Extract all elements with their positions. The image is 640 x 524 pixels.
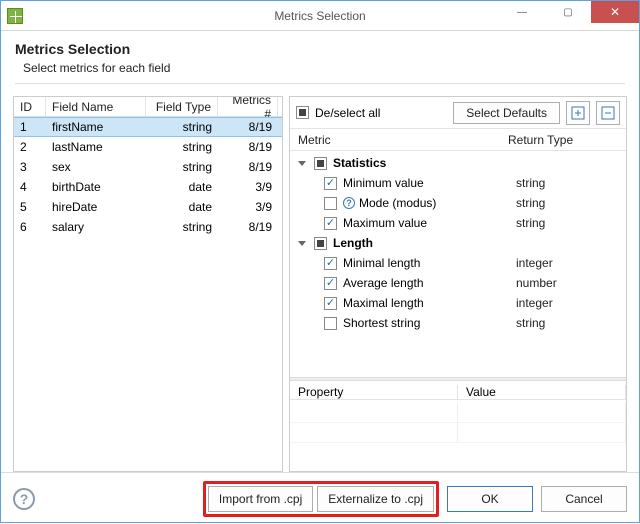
table-row[interactable]: 2lastNamestring8/19 — [14, 137, 282, 157]
metric-label: Minimum value — [343, 176, 424, 190]
metric-return-type: string — [516, 176, 626, 190]
metrics-tree[interactable]: Statistics Minimum value string? Mode (modu… — [290, 151, 626, 377]
dialog-footer: ? Import from .cpj Externalize to .cpj O… — [1, 472, 639, 524]
ok-button[interactable]: OK — [447, 486, 533, 512]
col-header-metrics[interactable]: Metrics # — [218, 97, 278, 116]
externalize-to-cpj-button[interactable]: Externalize to .cpj — [317, 486, 434, 512]
chevron-down-icon[interactable] — [298, 241, 306, 246]
deselect-all-label: De/select all — [315, 106, 380, 120]
maximize-button[interactable]: ▢ — [545, 1, 591, 23]
cancel-button[interactable]: Cancel — [541, 486, 627, 512]
fields-table: ID Field Name Field Type Metrics # 1firs… — [13, 96, 283, 472]
metric-checkbox[interactable] — [324, 317, 337, 330]
table-row[interactable]: 3sexstring8/19 — [14, 157, 282, 177]
property-panel: Property Value — [290, 381, 626, 471]
metric-checkbox[interactable] — [324, 217, 337, 230]
metrics-panel: De/select all Select Defaults Metric Ret… — [289, 96, 627, 472]
titlebar: Metrics Selection — ▢ ✕ — [1, 1, 639, 31]
expand-all-button[interactable] — [566, 101, 590, 125]
metric-item[interactable]: Minimal length integer — [290, 253, 626, 273]
metric-return-type: string — [516, 316, 626, 330]
col-header-name[interactable]: Field Name — [46, 97, 146, 116]
col-header-id[interactable]: ID — [14, 97, 46, 116]
metric-item[interactable]: Maximal length integer — [290, 293, 626, 313]
info-icon[interactable]: ? — [343, 197, 355, 209]
metric-label: Shortest string — [343, 316, 420, 330]
metric-checkbox[interactable] — [324, 197, 337, 210]
metric-return-type: integer — [516, 256, 626, 270]
metric-item[interactable]: Shortest string string — [290, 313, 626, 333]
metric-group[interactable]: Length — [290, 233, 626, 253]
metric-checkbox[interactable] — [324, 177, 337, 190]
collapse-all-button[interactable] — [596, 101, 620, 125]
metric-group[interactable]: Statistics — [290, 153, 626, 173]
table-row[interactable]: 4birthDatedate3/9 — [14, 177, 282, 197]
group-label: Length — [333, 236, 373, 250]
select-defaults-button[interactable]: Select Defaults — [453, 102, 560, 124]
metric-item[interactable]: Average length number — [290, 273, 626, 293]
metric-label: Maximal length — [343, 296, 424, 310]
metric-item[interactable]: ? Mode (modus) string — [290, 193, 626, 213]
group-checkbox[interactable] — [314, 237, 327, 250]
group-label: Statistics — [333, 156, 386, 170]
metric-checkbox[interactable] — [324, 297, 337, 310]
app-icon — [7, 8, 23, 24]
col-header-return[interactable]: Return Type — [500, 133, 610, 147]
metric-return-type: number — [516, 276, 626, 290]
metric-item[interactable]: Minimum value string — [290, 173, 626, 193]
metric-return-type: string — [516, 216, 626, 230]
deselect-all-checkbox[interactable] — [296, 106, 309, 119]
metric-checkbox[interactable] — [324, 277, 337, 290]
help-icon[interactable]: ? — [13, 488, 35, 510]
page-subtitle: Select metrics for each field — [15, 57, 625, 75]
metric-label: Mode (modus) — [359, 196, 436, 210]
close-button[interactable]: ✕ — [591, 1, 639, 23]
table-row[interactable]: 5hireDatedate3/9 — [14, 197, 282, 217]
metric-label: Maximum value — [343, 216, 427, 230]
metric-return-type: integer — [516, 296, 626, 310]
col-header-metric[interactable]: Metric — [290, 133, 500, 147]
metric-label: Minimal length — [343, 256, 420, 270]
chevron-down-icon[interactable] — [298, 161, 306, 166]
metric-return-type: string — [516, 196, 626, 210]
minimize-button[interactable]: — — [499, 1, 545, 23]
table-row[interactable]: 6salarystring8/19 — [14, 217, 282, 237]
col-header-type[interactable]: Field Type — [146, 97, 218, 116]
group-checkbox[interactable] — [314, 157, 327, 170]
fields-table-header: ID Field Name Field Type Metrics # — [14, 97, 282, 117]
col-header-value[interactable]: Value — [458, 385, 626, 400]
metric-checkbox[interactable] — [324, 257, 337, 270]
metric-item[interactable]: Maximum value string — [290, 213, 626, 233]
metric-label: Average length — [343, 276, 424, 290]
highlighted-buttons: Import from .cpj Externalize to .cpj — [203, 481, 439, 517]
import-from-cpj-button[interactable]: Import from .cpj — [208, 486, 313, 512]
col-header-property[interactable]: Property — [290, 385, 458, 400]
dialog-header: Metrics Selection Select metrics for eac… — [1, 31, 639, 92]
table-row[interactable]: 1firstNamestring8/19 — [14, 117, 282, 137]
page-title: Metrics Selection — [15, 41, 625, 57]
